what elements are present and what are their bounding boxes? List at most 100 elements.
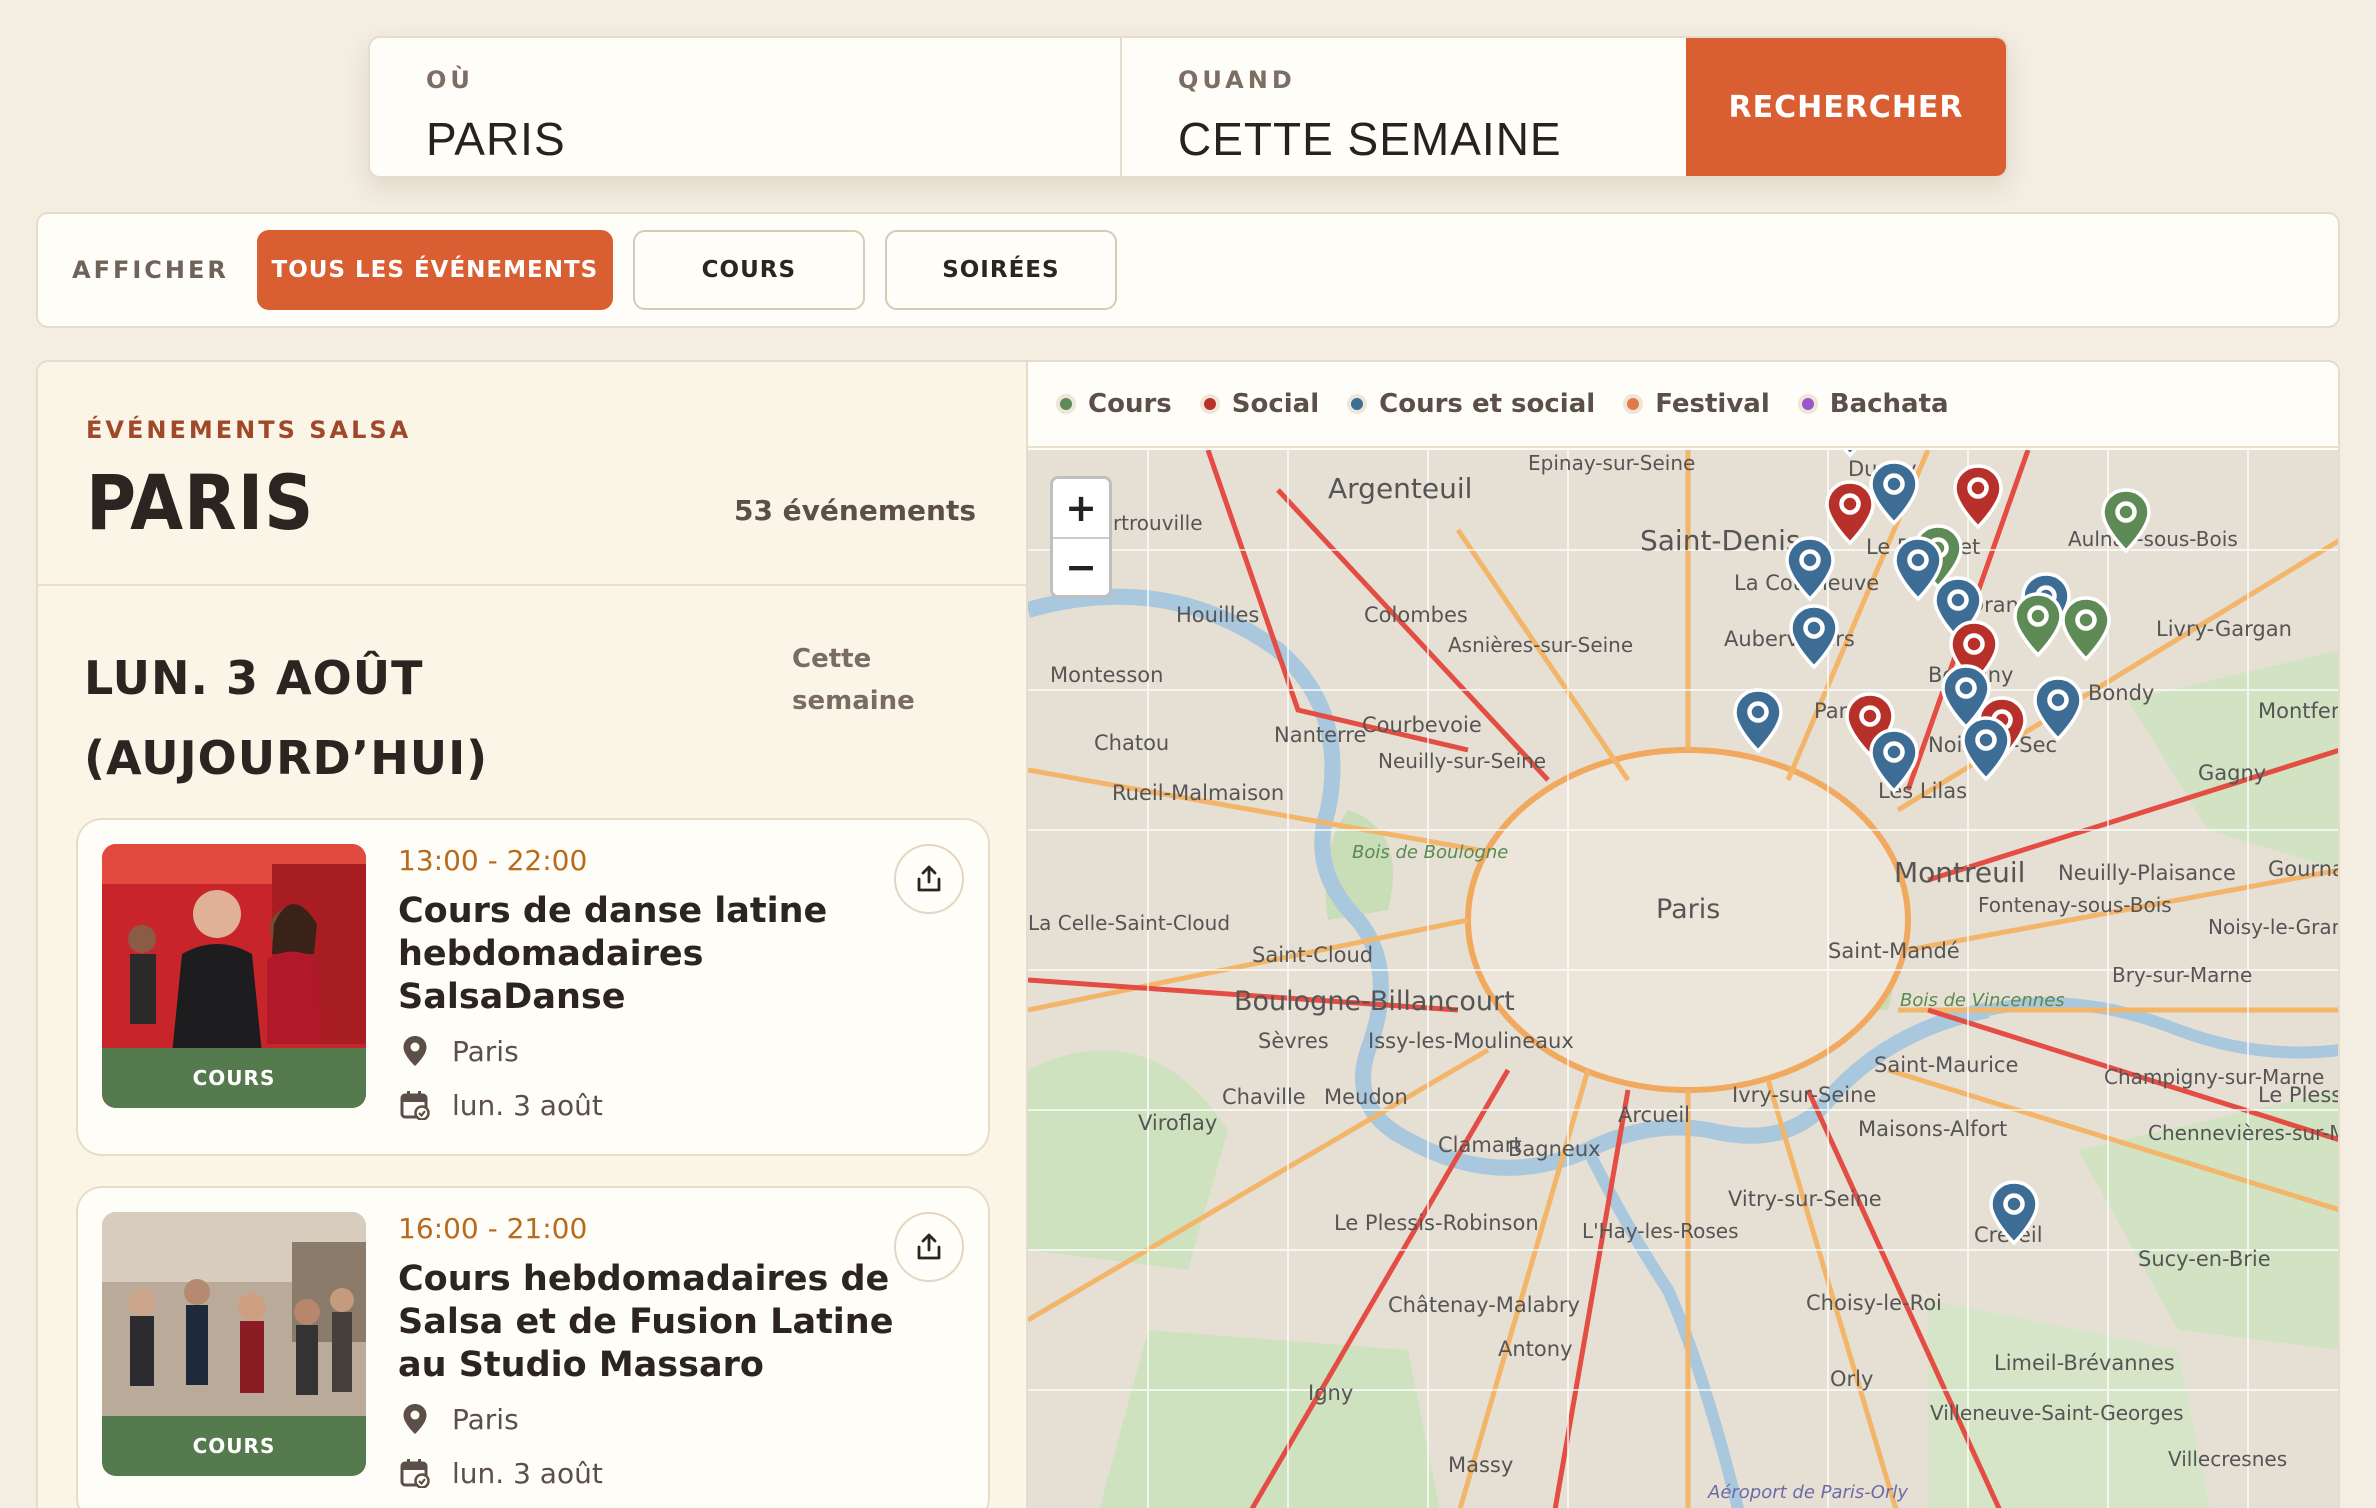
event-date-text: lun. 3 août <box>452 1456 603 1490</box>
legend-dot <box>1623 394 1644 414</box>
map-label: Bois de Boulogne <box>1352 842 1508 863</box>
map-pin-icon[interactable] <box>1988 1180 2040 1246</box>
main-panel: ÉVÉNEMENTS SALSA PARIS 53 événements LUN… <box>36 360 2340 1508</box>
share-icon <box>917 1233 941 1260</box>
map-pin-icon[interactable] <box>1784 536 1836 602</box>
map-label: Chaville <box>1222 1085 1306 1109</box>
map-label: Orly <box>1830 1367 1873 1391</box>
map-pin-icon[interactable] <box>2032 676 2084 742</box>
map-pin-icon[interactable] <box>1788 604 1840 670</box>
event-date: lun. 3 août <box>398 1088 603 1122</box>
filter-parties[interactable]: SOIRÉES <box>884 230 1117 310</box>
map-label: Maisons-Alfort <box>1858 1117 2007 1141</box>
legend-label: Social <box>1231 389 1320 419</box>
when-field[interactable]: QUAND CETTE SEMAINE <box>1122 38 1686 176</box>
search-button[interactable]: RECHERCHER <box>1686 38 2006 176</box>
map-label: Clamart <box>1438 1133 1522 1157</box>
map[interactable]: Argenteuil Epinay-sur-Seine Saint-Denis … <box>1028 450 2340 1508</box>
map-label: Aulnay-sous-Bois <box>2068 527 2238 551</box>
map-label: Asnières-sur-Seine <box>1448 633 1633 657</box>
event-date: lun. 3 août <box>398 1456 603 1490</box>
map-pin-icon[interactable] <box>2100 488 2152 554</box>
day-heading: LUN. 3 AOÛT (AUJOURD’HUI) <box>84 651 489 785</box>
legend-item-bachata: Bachata <box>1797 389 1949 419</box>
legend-item-social: Social <box>1199 389 1320 419</box>
map-label: Le Plessis-Robinson <box>1334 1211 1539 1235</box>
map-label: Courbevoie <box>1362 713 1482 737</box>
list-kicker: ÉVÉNEMENTS SALSA <box>86 416 412 444</box>
map-label: Châtenay-Malabry <box>1388 1293 1580 1317</box>
map-label: Montfermeil <box>2258 699 2340 723</box>
map-label: Chatou <box>1094 731 1169 755</box>
event-thumbnail[interactable]: COURS <box>102 1212 366 1476</box>
map-label: Neuilly-Plaisance <box>2058 861 2236 885</box>
map-label: Houilles <box>1176 603 1259 627</box>
map-label: Gagny <box>2198 761 2266 785</box>
filter-classes[interactable]: COURS <box>632 230 865 310</box>
when-label: QUAND <box>1178 66 1296 94</box>
map-label: Aéroport de Paris-Orly <box>1707 1482 1908 1503</box>
zoom-in-button[interactable]: + <box>1053 479 1109 537</box>
map-label: Choisy-le-Roi <box>1806 1291 1942 1315</box>
filter-bar: AFFICHER TOUS LES ÉVÉNEMENTS COURS SOIRÉ… <box>36 212 2340 328</box>
map-label: Sucy-en-Brie <box>2138 1247 2271 1271</box>
legend-item-festival: Festival <box>1623 389 1770 419</box>
event-card[interactable]: COURS 13:00 - 22:00 Cours de danse latin… <box>76 818 990 1156</box>
map-pin-icon[interactable] <box>2060 596 2112 662</box>
event-title[interactable]: Cours hebdomadaires de Salsa et de Fusio… <box>398 1258 898 1387</box>
map-label: Massy <box>1448 1453 1513 1477</box>
map-label: Rueil-Malmaison <box>1112 781 1284 805</box>
event-list: ÉVÉNEMENTS SALSA PARIS 53 événements LUN… <box>38 362 1028 1508</box>
legend-label: Cours et social <box>1379 389 1596 419</box>
map-label: Bois de Vincennes <box>1900 990 2065 1011</box>
event-location: Paris <box>398 1402 519 1436</box>
legend-dot <box>1056 394 1076 414</box>
legend-label: Festival <box>1655 389 1770 419</box>
map-label: Boulogne-Billancourt <box>1234 986 1515 1017</box>
when-value[interactable]: CETTE SEMAINE <box>1178 112 1686 166</box>
map-label: Noisy-le-Grand <box>2208 915 2340 939</box>
event-card[interactable]: COURS 16:00 - 21:00 Cours hebdomadaires … <box>76 1186 990 1508</box>
map-pin-icon[interactable] <box>1952 464 2004 530</box>
map-tiles[interactable]: Argenteuil Epinay-sur-Seine Saint-Denis … <box>1028 450 2340 1508</box>
map-label: Montesson <box>1050 663 1163 687</box>
map-label: Limeil-Brévannes <box>1994 1351 2175 1375</box>
event-date-text: lun. 3 août <box>452 1088 603 1122</box>
share-button[interactable] <box>894 1212 964 1282</box>
event-type-tag: COURS <box>102 1416 366 1476</box>
event-location-text: Paris <box>452 1034 519 1068</box>
map-label: Ivry-sur-Seine <box>1732 1083 1876 1107</box>
map-label: Nanterre <box>1274 723 1366 747</box>
legend-dot <box>1347 394 1368 414</box>
map-label: Villecresnes <box>2168 1447 2287 1471</box>
map-label: Montreuil <box>1894 856 2025 889</box>
share-button[interactable] <box>894 844 964 914</box>
map-label: Neuilly-sur-Seine <box>1378 749 1546 773</box>
map-label: Saint-Cloud <box>1252 943 1373 967</box>
where-field[interactable]: OÙ PARIS <box>370 38 1122 176</box>
map-pin-icon[interactable] <box>1960 716 2012 782</box>
map-label: Saint-Mandé <box>1828 939 1960 963</box>
map-label: Igny <box>1308 1381 1353 1405</box>
map-label: Bry-sur-Marne <box>2112 963 2252 987</box>
zoom-out-button[interactable]: − <box>1053 537 1109 595</box>
event-location: Paris <box>398 1034 519 1068</box>
legend-label: Cours <box>1088 389 1172 419</box>
map-pin-icon[interactable] <box>1868 728 1920 794</box>
map-pin-icon[interactable] <box>1824 450 1876 458</box>
filter-all-events[interactable]: TOUS LES ÉVÉNEMENTS <box>256 230 613 310</box>
map-label: Sèvres <box>1258 1029 1329 1053</box>
where-value[interactable]: PARIS <box>426 112 1120 166</box>
event-count: 53 événements <box>733 494 976 527</box>
calendar-check-icon <box>398 1088 432 1122</box>
map-pin-icon[interactable] <box>1732 688 1784 754</box>
search-bar: OÙ PARIS QUAND CETTE SEMAINE RECHERCHER <box>368 36 2008 178</box>
map-label: Saint-Denis <box>1640 524 1800 557</box>
map-label: Saint-Maurice <box>1874 1053 2018 1077</box>
event-title[interactable]: Cours de danse latine hebdomadaires Sals… <box>398 890 898 1019</box>
event-thumbnail[interactable]: COURS <box>102 844 366 1108</box>
location-pin-icon <box>398 1034 432 1068</box>
map-pin-icon[interactable] <box>2012 592 2064 658</box>
map-label: Chennevières-sur-Marne <box>2148 1121 2340 1145</box>
event-location-text: Paris <box>452 1402 519 1436</box>
